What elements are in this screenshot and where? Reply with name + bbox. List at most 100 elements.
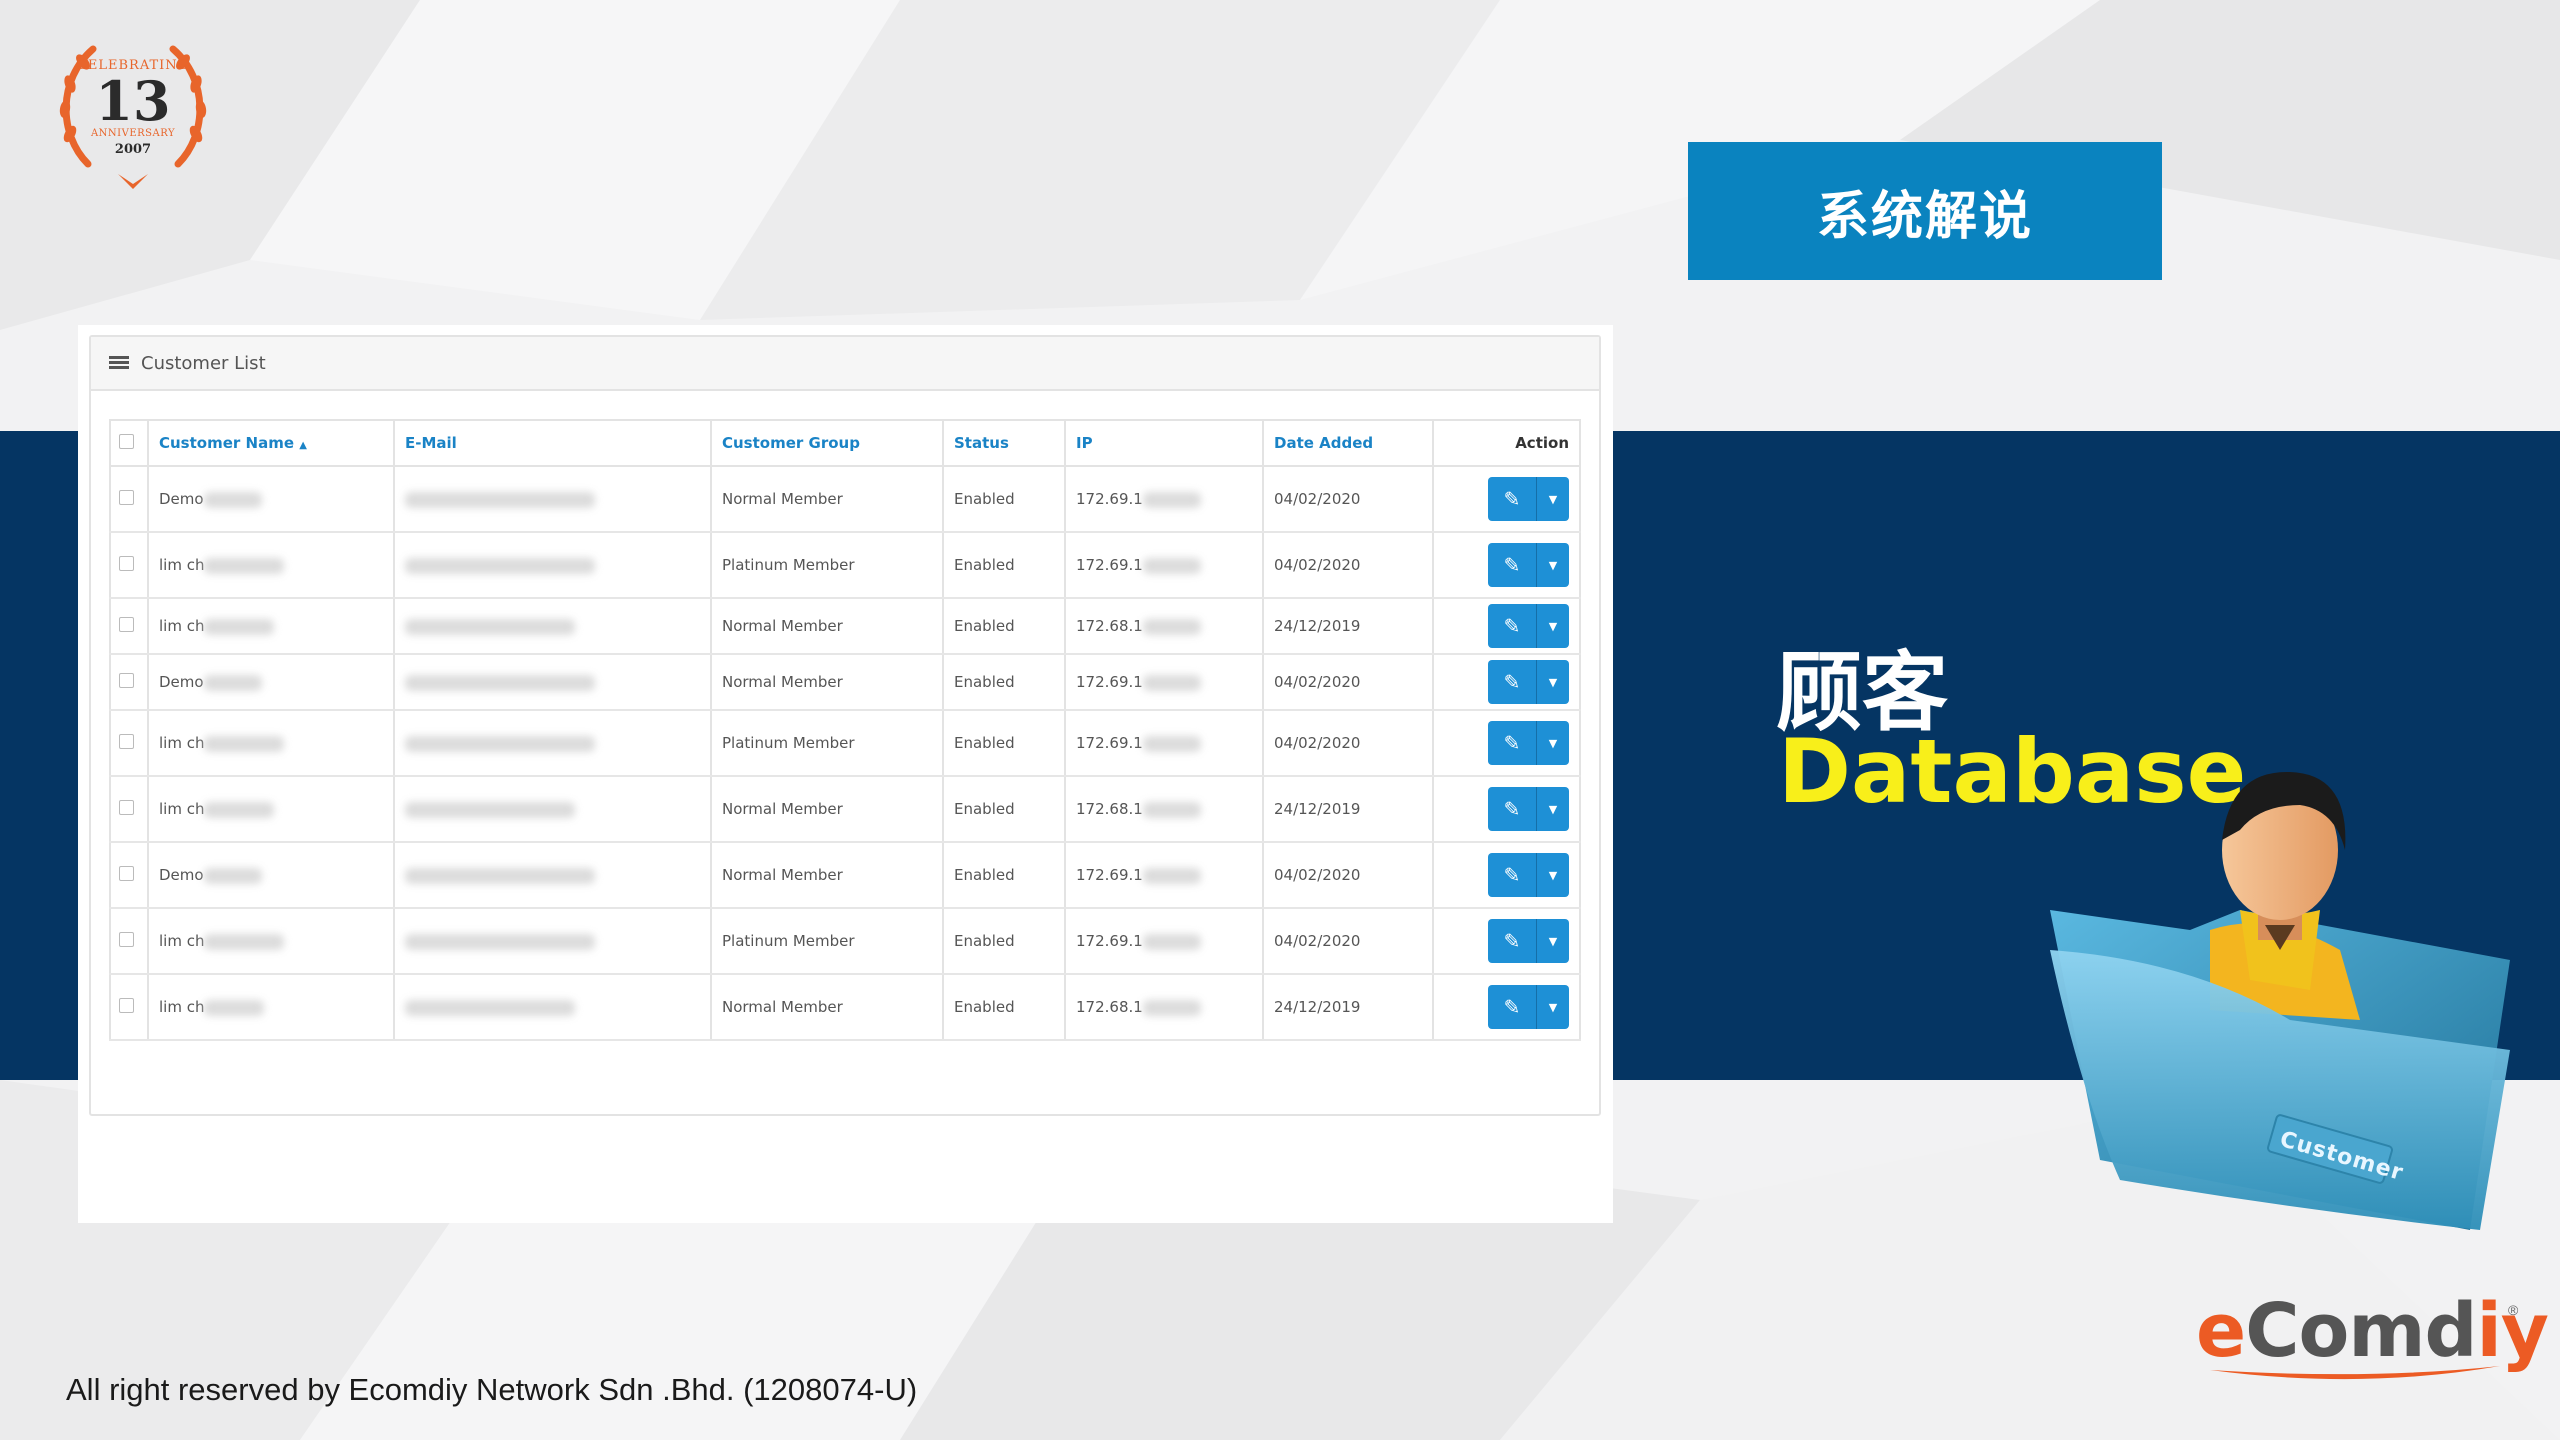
table-row: Demo Normal Member Enabled 172.69.1 04/02/20… <box>109 654 1581 711</box>
ip-cell: 172.68.1 <box>1064 974 1264 1041</box>
registered-mark: ® <box>2508 1302 2519 1318</box>
action-dropdown-button[interactable]: ▼ <box>1536 604 1569 648</box>
redacted-name <box>203 674 262 691</box>
logo-swoosh <box>2210 1366 2500 1380</box>
ip-cell: 172.69.1 <box>1064 908 1264 975</box>
customer-name-cell: lim ch <box>147 974 395 1041</box>
status-cell: Enabled <box>942 776 1066 843</box>
redacted-ip <box>1142 999 1201 1016</box>
date-added-cell: 24/12/2019 <box>1262 776 1434 843</box>
customer-name-cell: Demo <box>147 842 395 909</box>
redacted-email <box>405 999 575 1016</box>
redacted-name <box>204 735 285 752</box>
redacted-name <box>203 867 262 884</box>
row-checkbox[interactable] <box>119 616 134 632</box>
col-date-added[interactable]: Date Added <box>1262 419 1434 467</box>
row-checkbox[interactable] <box>119 931 134 947</box>
card-title: Customer List <box>141 352 266 374</box>
table-row: Demo Normal Member Enabled 172.69.1 04/02/20… <box>109 842 1581 909</box>
edit-button[interactable]: ✎ <box>1488 604 1536 648</box>
col-email[interactable]: E-Mail <box>393 419 712 467</box>
edit-button[interactable]: ✎ <box>1488 660 1536 704</box>
pencil-icon: ✎ <box>1503 863 1521 887</box>
action-cell: ✎ ▼ <box>1432 532 1581 599</box>
edit-button[interactable]: ✎ <box>1488 721 1536 765</box>
customer-name: lim ch <box>159 998 205 1016</box>
action-cell: ✎ ▼ <box>1432 776 1581 843</box>
row-select-cell <box>109 598 149 655</box>
status-cell: Enabled <box>942 842 1066 909</box>
customer-name: lim ch <box>159 617 205 635</box>
email-cell <box>393 776 712 843</box>
action-cell: ✎ ▼ <box>1432 466 1581 533</box>
customer-folder-illustration <box>2050 771 2510 1230</box>
ip-prefix: 172.69.1 <box>1076 556 1143 574</box>
redacted-email <box>405 557 595 574</box>
action-dropdown-button[interactable]: ▼ <box>1536 660 1569 704</box>
caret-down-icon: ▼ <box>1548 934 1558 948</box>
select-all-checkbox[interactable] <box>119 433 134 449</box>
card-header: Customer List <box>91 337 1599 391</box>
ip-prefix: 172.69.1 <box>1076 673 1143 691</box>
ip-cell: 172.69.1 <box>1064 654 1264 711</box>
action-button-group: ✎ ▼ <box>1488 604 1569 648</box>
date-added-cell: 04/02/2020 <box>1262 466 1434 533</box>
customer-group-cell: Normal Member <box>710 466 944 533</box>
col-status[interactable]: Status <box>942 419 1066 467</box>
row-select-cell <box>109 654 149 711</box>
row-select-cell <box>109 466 149 533</box>
customer-name: Demo <box>159 673 204 691</box>
redacted-ip <box>1142 618 1201 635</box>
action-dropdown-button[interactable]: ▼ <box>1536 853 1569 897</box>
action-dropdown-button[interactable]: ▼ <box>1536 787 1569 831</box>
redacted-name <box>204 999 265 1016</box>
customer-name: lim ch <box>159 734 205 752</box>
row-checkbox[interactable] <box>119 799 134 815</box>
ip-prefix: 172.68.1 <box>1076 617 1143 635</box>
ip-cell: 172.69.1 <box>1064 532 1264 599</box>
redacted-ip <box>1142 674 1201 691</box>
status-cell: Enabled <box>942 532 1066 599</box>
col-ip[interactable]: IP <box>1064 419 1264 467</box>
action-dropdown-button[interactable]: ▼ <box>1536 477 1569 521</box>
caret-down-icon: ▼ <box>1548 736 1558 750</box>
row-select-cell <box>109 776 149 843</box>
caret-down-icon: ▼ <box>1548 868 1558 882</box>
pencil-icon: ✎ <box>1503 797 1521 821</box>
action-dropdown-button[interactable]: ▼ <box>1536 985 1569 1029</box>
action-button-group: ✎ ▼ <box>1488 660 1569 704</box>
action-button-group: ✎ ▼ <box>1488 543 1569 587</box>
ip-cell: 172.69.1 <box>1064 710 1264 777</box>
row-checkbox[interactable] <box>119 489 134 505</box>
redacted-name <box>203 491 262 508</box>
edit-button[interactable]: ✎ <box>1488 919 1536 963</box>
col-action: Action <box>1432 419 1581 467</box>
edit-button[interactable]: ✎ <box>1488 477 1536 521</box>
pencil-icon: ✎ <box>1503 995 1521 1019</box>
redacted-email <box>405 867 595 884</box>
customer-group-cell: Normal Member <box>710 598 944 655</box>
action-dropdown-button[interactable]: ▼ <box>1536 919 1569 963</box>
action-dropdown-button[interactable]: ▼ <box>1536 721 1569 765</box>
row-checkbox[interactable] <box>119 733 134 749</box>
redacted-name <box>204 557 285 574</box>
redacted-name <box>204 618 275 635</box>
edit-button[interactable]: ✎ <box>1488 787 1536 831</box>
edit-button[interactable]: ✎ <box>1488 543 1536 587</box>
row-checkbox[interactable] <box>119 555 134 571</box>
row-checkbox[interactable] <box>119 997 134 1013</box>
edit-button[interactable]: ✎ <box>1488 985 1536 1029</box>
ip-prefix: 172.69.1 <box>1076 866 1143 884</box>
row-checkbox[interactable] <box>119 672 134 688</box>
email-cell <box>393 598 712 655</box>
customer-name-cell: lim ch <box>147 598 395 655</box>
email-cell <box>393 974 712 1041</box>
pencil-icon: ✎ <box>1503 731 1521 755</box>
col-customer-name[interactable]: Customer Name ▲ <box>147 419 395 467</box>
row-checkbox[interactable] <box>119 865 134 881</box>
col-customer-group[interactable]: Customer Group <box>710 419 944 467</box>
status-cell: Enabled <box>942 974 1066 1041</box>
action-cell: ✎ ▼ <box>1432 654 1581 711</box>
edit-button[interactable]: ✎ <box>1488 853 1536 897</box>
action-dropdown-button[interactable]: ▼ <box>1536 543 1569 587</box>
